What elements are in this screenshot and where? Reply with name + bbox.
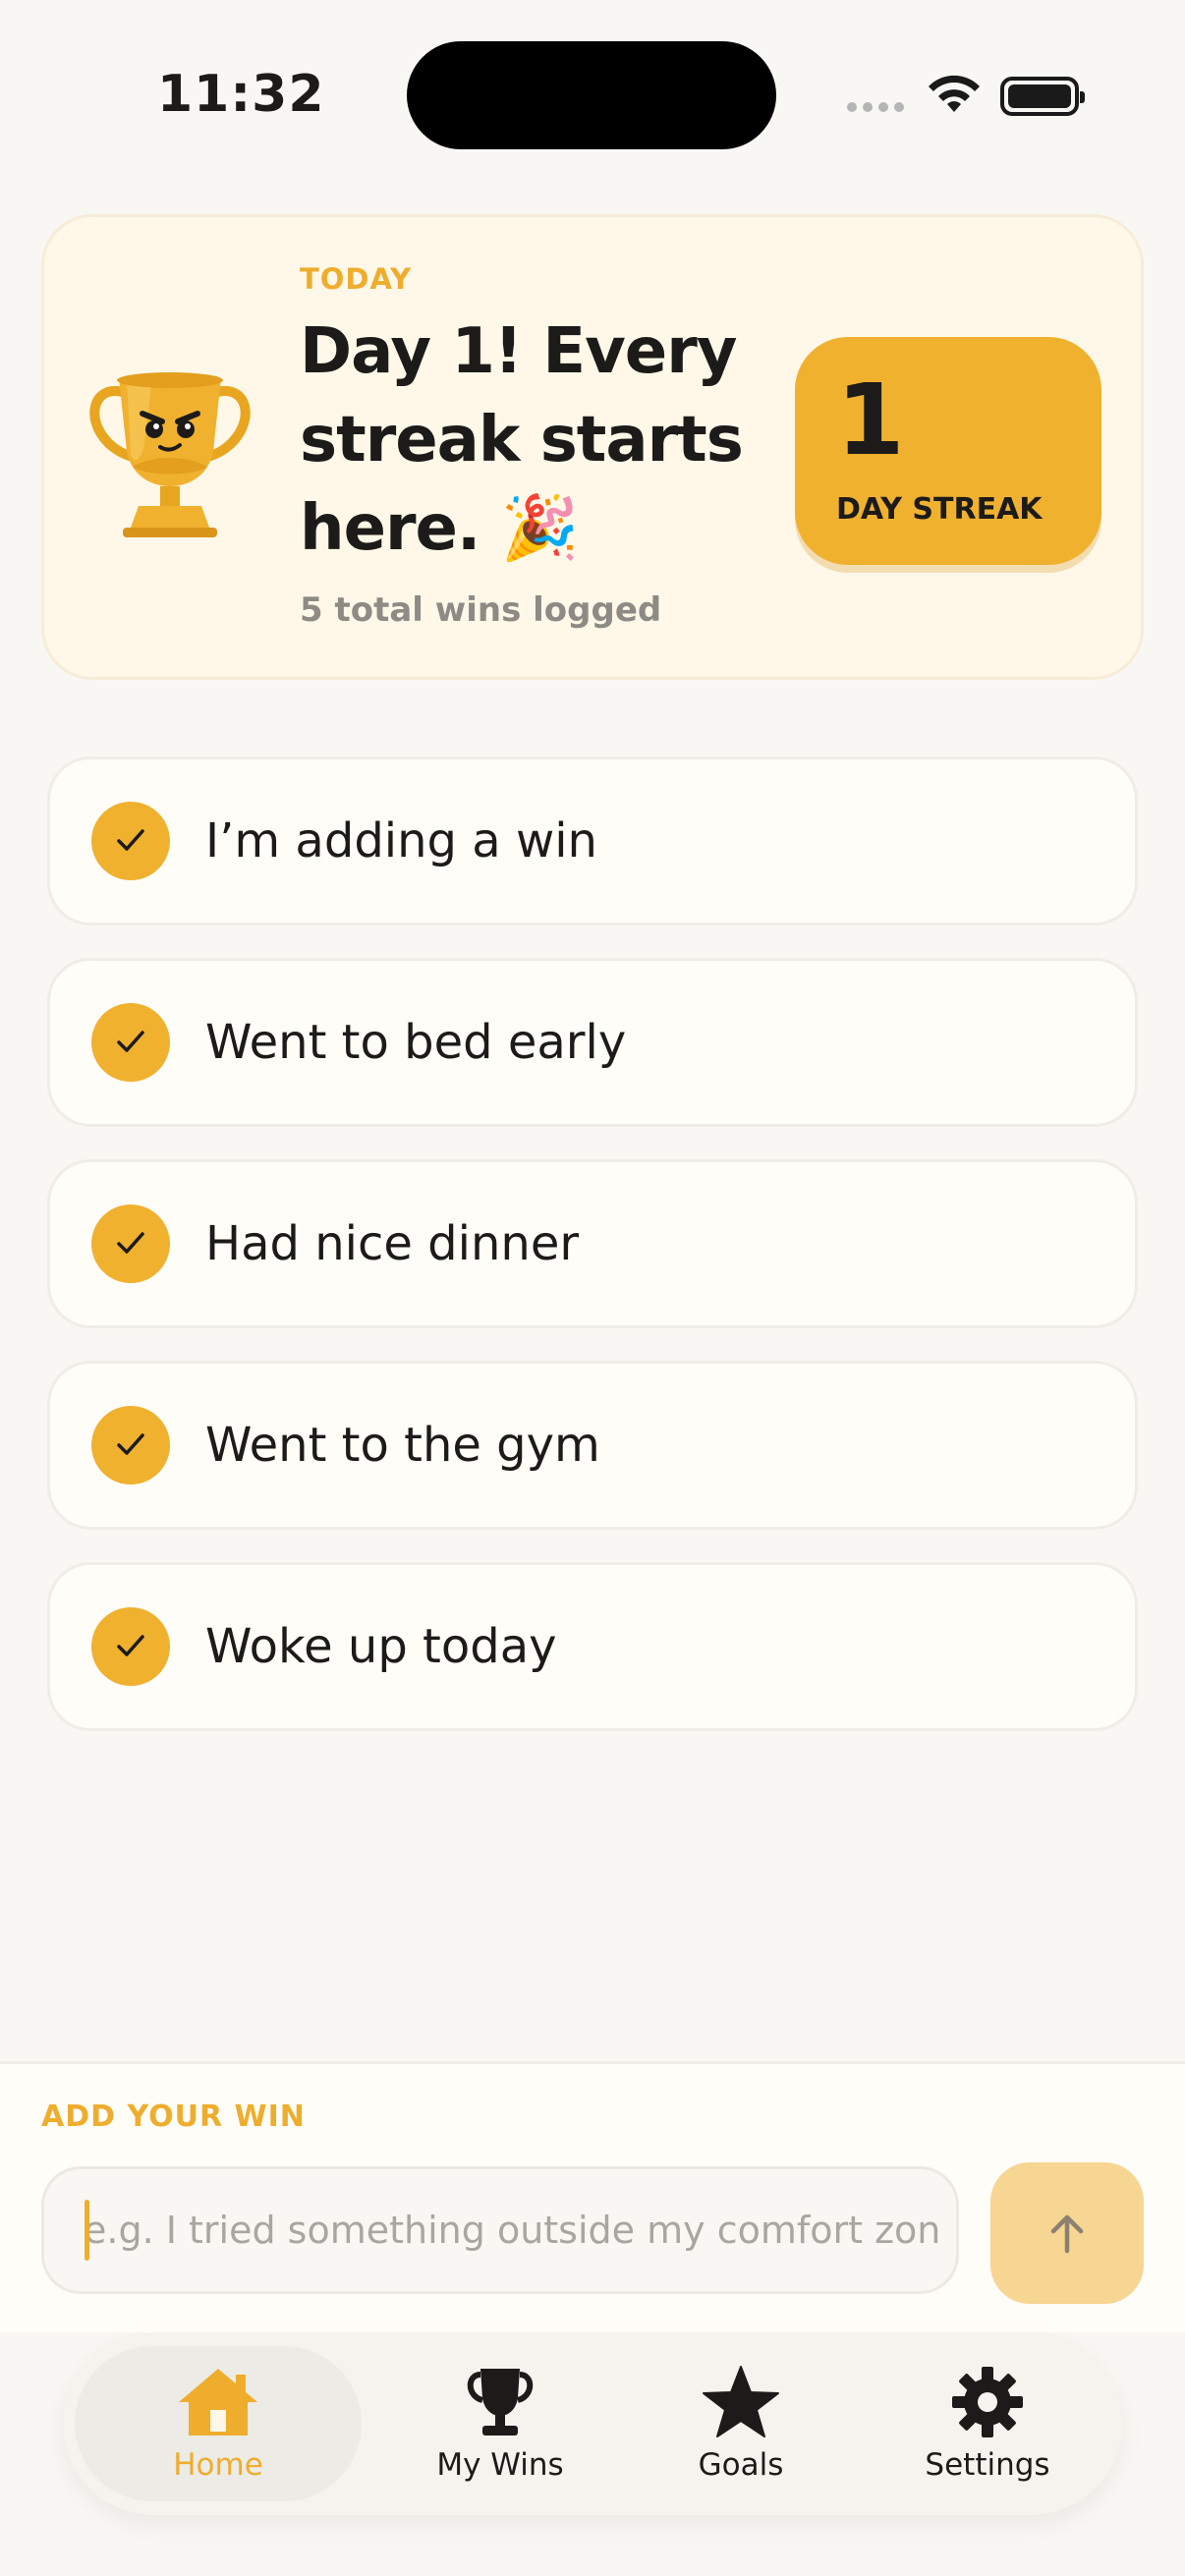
- checkmark-icon[interactable]: [91, 1607, 170, 1686]
- add-win-button[interactable]: [990, 2162, 1144, 2304]
- cellular-signal-icon: [847, 102, 904, 112]
- day-streak-count: 1: [836, 363, 905, 477]
- streak-card: TODAY Day 1! Every streak starts here. 🎉…: [41, 214, 1144, 680]
- win-item[interactable]: Had nice dinner: [47, 1159, 1138, 1328]
- tab-home[interactable]: Home: [75, 2346, 362, 2501]
- arrow-up-icon: [1050, 2214, 1084, 2254]
- battery-icon: [1000, 77, 1085, 116]
- tab-bar-area: Home My Wins Goals Settings: [0, 2332, 1185, 2576]
- status-time: 11:32: [157, 65, 325, 124]
- checkmark-icon[interactable]: [91, 1406, 170, 1484]
- tab-bar: Home My Wins Goals Settings: [63, 2332, 1122, 2515]
- streak-message: Day 1! Every streak starts here. 🎉: [300, 315, 744, 565]
- add-win-panel: ADD YOUR WIN: [0, 2061, 1185, 2332]
- win-item[interactable]: Woke up today: [47, 1562, 1138, 1731]
- text-cursor: [85, 2200, 89, 2261]
- win-item[interactable]: Went to bed early: [47, 958, 1138, 1127]
- trophy-mascot-icon: [89, 372, 251, 537]
- win-text: Woke up today: [205, 1619, 557, 1674]
- win-list: I’m adding a win Went to bed early Had n…: [47, 756, 1138, 1764]
- win-text: Went to the gym: [205, 1418, 600, 1473]
- gear-icon: [952, 2367, 1023, 2437]
- today-label: TODAY: [300, 262, 413, 296]
- checkmark-icon[interactable]: [91, 802, 170, 880]
- wifi-icon: [929, 75, 980, 112]
- tab-label: My Wins: [436, 2447, 564, 2483]
- tab-label: Goals: [698, 2447, 784, 2483]
- day-streak-badge: 1 DAY STREAK: [795, 337, 1101, 565]
- win-text: I’m adding a win: [205, 813, 597, 868]
- add-win-label: ADD YOUR WIN: [41, 2100, 306, 2134]
- star-icon: [703, 2366, 779, 2437]
- status-bar: 11:32: [0, 0, 1185, 187]
- tab-my-wins[interactable]: My Wins: [387, 2346, 613, 2501]
- win-item[interactable]: Went to the gym: [47, 1361, 1138, 1530]
- home-icon: [179, 2369, 257, 2436]
- dynamic-island: [407, 41, 776, 149]
- day-streak-label: DAY STREAK: [836, 492, 1043, 527]
- tab-label: Settings: [925, 2447, 1050, 2483]
- checkmark-icon[interactable]: [91, 1204, 170, 1283]
- win-item[interactable]: I’m adding a win: [47, 756, 1138, 925]
- win-text: Had nice dinner: [205, 1216, 580, 1271]
- tab-goals[interactable]: Goals: [643, 2346, 839, 2501]
- total-wins-count: 5 total wins logged: [300, 590, 662, 630]
- trophy-icon: [467, 2369, 534, 2436]
- tab-label: Home: [173, 2447, 263, 2483]
- checkmark-icon[interactable]: [91, 1003, 170, 1082]
- win-input[interactable]: [41, 2166, 959, 2294]
- win-text: Went to bed early: [205, 1015, 627, 1070]
- tab-settings[interactable]: Settings: [875, 2346, 1100, 2501]
